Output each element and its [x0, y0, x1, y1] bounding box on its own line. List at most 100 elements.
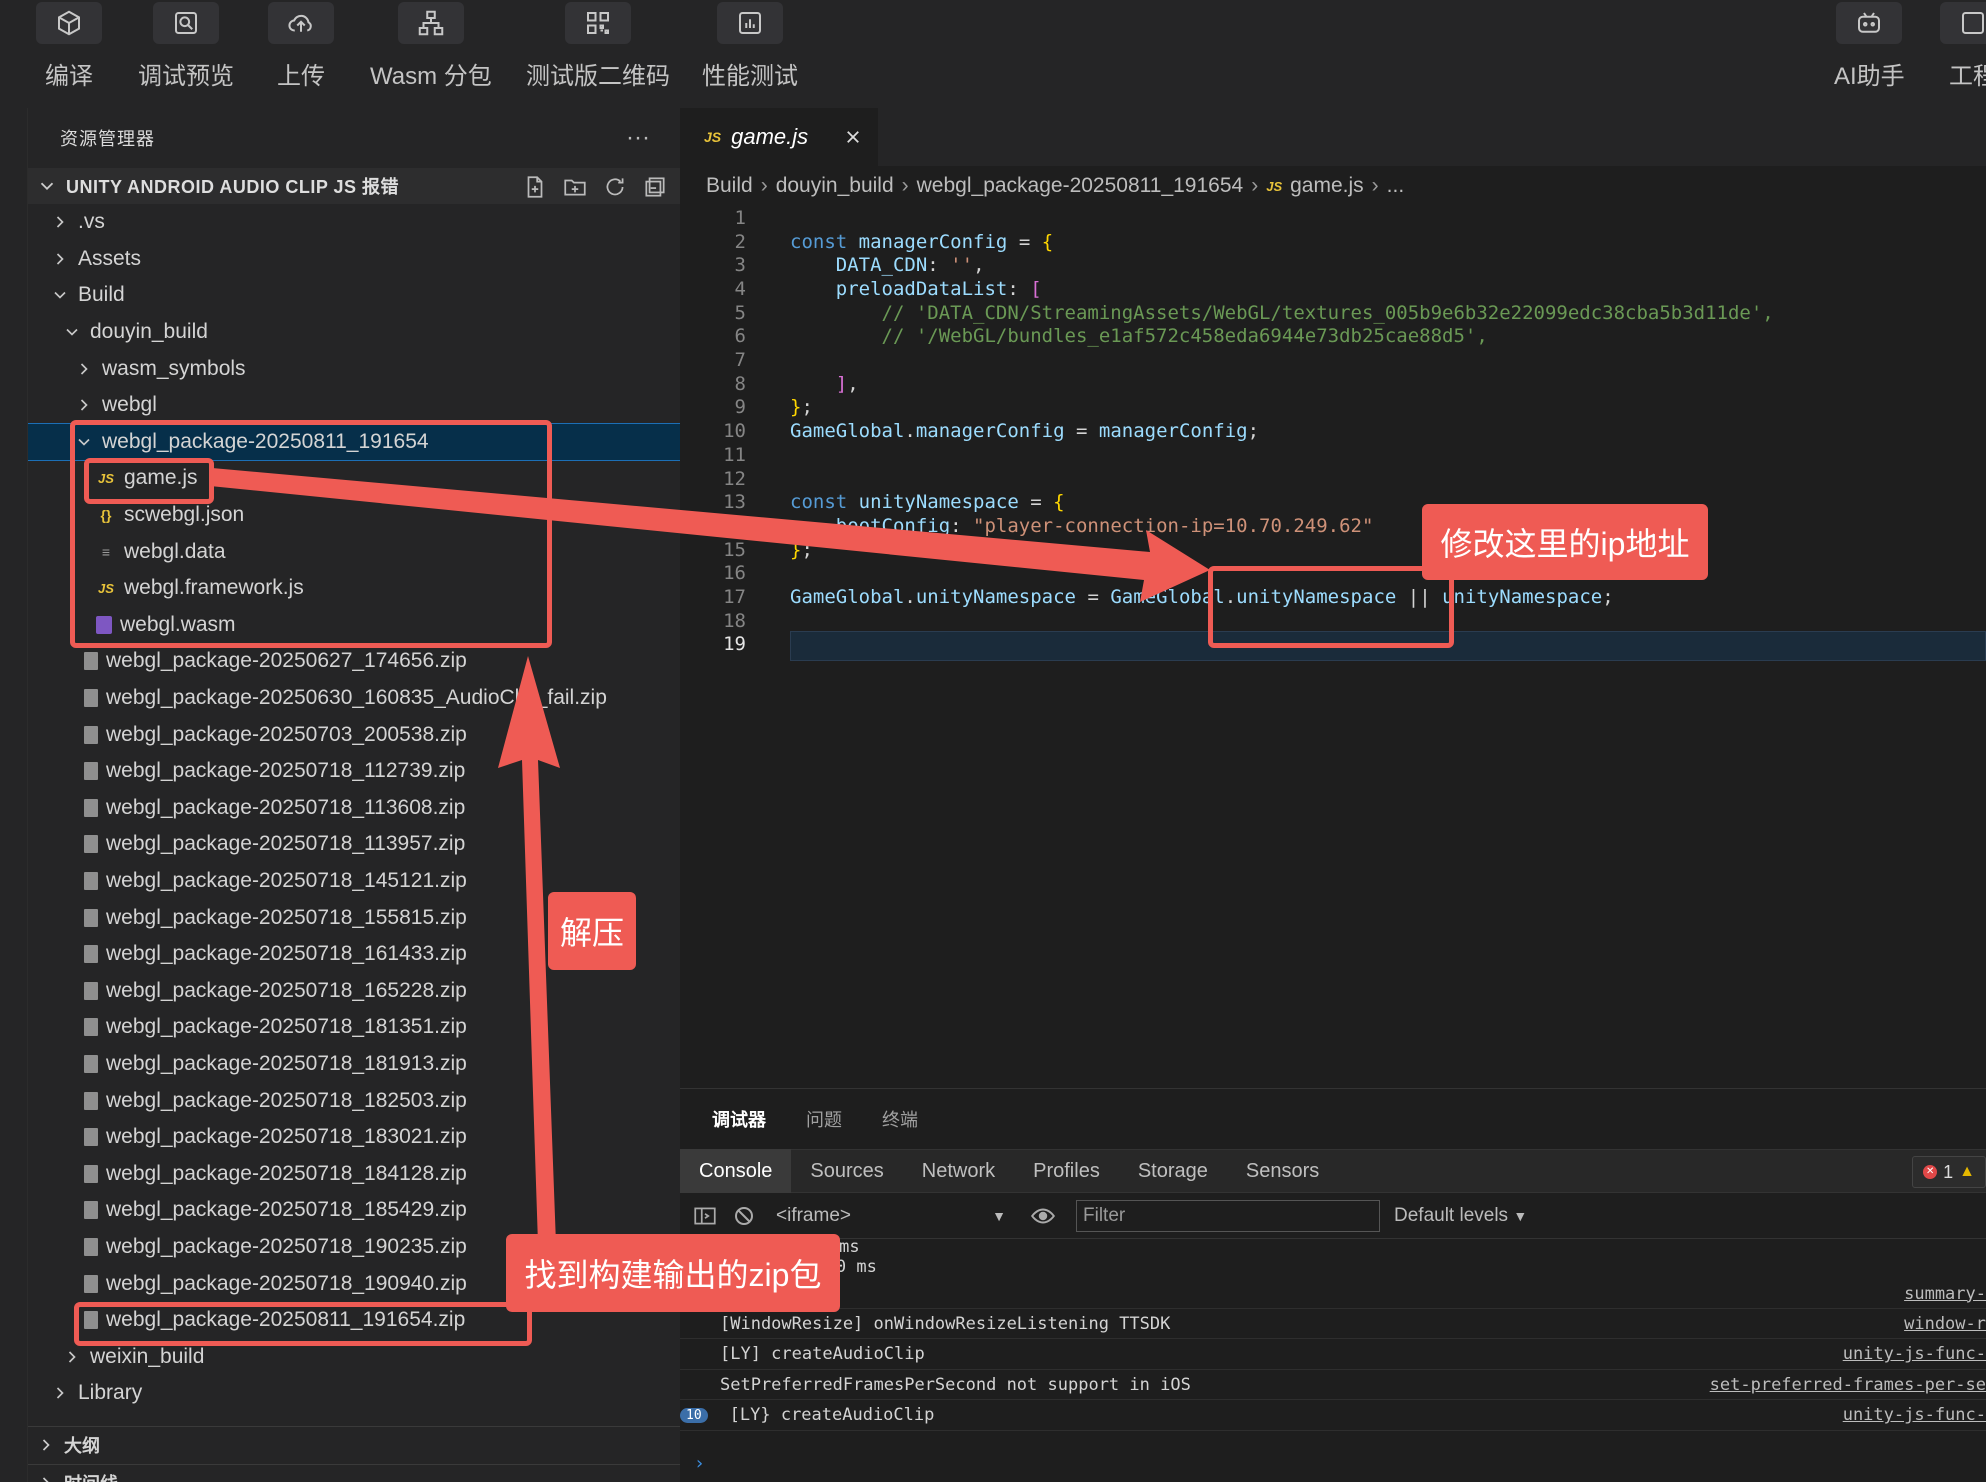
tree-file[interactable]: webgl_package-20250718_183021.zip [28, 1119, 680, 1156]
tab-storage[interactable]: Storage [1119, 1149, 1227, 1193]
tree-folder[interactable]: wasm_symbols [28, 350, 680, 387]
breadcrumb: Build › douyin_build › webgl_package-202… [680, 166, 1986, 206]
tree-folder[interactable]: Assets [28, 241, 680, 278]
collapse-all-icon[interactable] [642, 174, 668, 200]
tab-network[interactable]: Network [903, 1149, 1014, 1193]
code-line[interactable]: 14 bootConfig: "player-connection-ip=10.… [680, 514, 1986, 538]
tree-file[interactable]: webgl_package-20250718_185429.zip [28, 1192, 680, 1229]
tree-item-label: .vs [78, 210, 105, 234]
tree-file[interactable]: webgl_package-20250627_174656.zip [28, 643, 680, 680]
code-line[interactable]: 4 preloadDataList: [ [680, 277, 1986, 301]
error-count-badge[interactable]: ✕ 1 ▲ [1912, 1156, 1986, 1188]
project-icon [1940, 2, 1986, 44]
tree-file[interactable]: webgl_package-20250718_113957.zip [28, 826, 680, 863]
close-icon[interactable] [844, 128, 862, 146]
tab-terminal[interactable]: 终端 [882, 1106, 918, 1132]
tree-folder[interactable]: Library [28, 1375, 680, 1412]
tree-file[interactable]: webgl_package-20250718_113608.zip [28, 790, 680, 827]
highlight-game-js [84, 458, 214, 504]
code-line[interactable]: 8 ], [680, 372, 1986, 396]
eye-icon[interactable] [1030, 1203, 1056, 1229]
tree-file[interactable]: webgl_package-20250718_165228.zip [28, 973, 680, 1010]
tab-game-js[interactable]: JS game.js [680, 108, 878, 166]
new-folder-icon[interactable] [562, 174, 588, 200]
tree-file[interactable]: webgl_package-20250718_181913.zip [28, 1046, 680, 1083]
code-line[interactable]: 3 DATA_CDN: '', [680, 253, 1986, 277]
wasm-split-button[interactable]: Wasm 分包 [370, 0, 492, 108]
tab-profiles[interactable]: Profiles [1014, 1149, 1119, 1193]
chevron-right-icon [80, 399, 88, 411]
tree-folder[interactable]: douyin_build [28, 314, 680, 351]
tree-item-label: webgl_package-20250718_190940.zip [106, 1271, 467, 1295]
breadcrumb-item[interactable]: douyin_build [776, 174, 894, 198]
project-root[interactable]: UNITY ANDROID AUDIO CLIP JS 报错 [28, 168, 680, 204]
tree-folder[interactable]: Build [28, 277, 680, 314]
console-source-link[interactable]: unity-js-func- [1843, 1405, 1986, 1425]
code-line[interactable]: 5 // 'DATA_CDN/StreamingAssets/WebGL/tex… [680, 301, 1986, 325]
code-line[interactable]: 1 [680, 206, 1986, 230]
tree-folder[interactable]: .vs [28, 204, 680, 241]
console-line: SetPreferredFramesPerSecond not support … [680, 1370, 1986, 1401]
refresh-icon[interactable] [602, 174, 628, 200]
console-source-link[interactable]: summary- [1904, 1284, 1986, 1304]
zip-file-icon [84, 1201, 98, 1220]
more-actions-button[interactable]: ··· [626, 124, 650, 152]
tab-console[interactable]: Console [680, 1149, 792, 1193]
tree-item-label: webgl_package-20250627_174656.zip [106, 649, 467, 673]
code-line[interactable]: 13 const unityNamespace = { [680, 490, 1986, 514]
debug-preview-button[interactable]: 调试预览 [138, 0, 234, 108]
tab-problems[interactable]: 问题 [806, 1106, 842, 1132]
upload-button[interactable]: 上传 [268, 0, 334, 108]
sidebar-toggle-icon[interactable] [692, 1203, 718, 1229]
devtools-tabs: Console Sources Network Profiles Storage… [680, 1149, 1986, 1193]
chevron-right-icon [56, 216, 64, 228]
console-prompt-icon[interactable]: › [694, 1453, 705, 1474]
ai-assistant-button[interactable]: AI助手 [1834, 0, 1905, 108]
breadcrumb-item[interactable]: Build [706, 174, 753, 198]
tree-file[interactable]: webgl_package-20250718_112739.zip [28, 753, 680, 790]
tab-sources[interactable]: Sources [791, 1149, 902, 1193]
performance-test-button[interactable]: 性能测试 [702, 0, 798, 108]
breadcrumb-item[interactable]: ... [1387, 174, 1405, 198]
tree-folder[interactable]: webgl [28, 387, 680, 424]
code-line[interactable]: 7 [680, 348, 1986, 372]
test-qrcode-button[interactable]: 测试版二维码 [526, 0, 670, 108]
project-button[interactable]: 工程 [1940, 0, 1986, 108]
breadcrumb-item[interactable]: webgl_package-20250811_191654 [917, 174, 1244, 198]
tree-file[interactable]: webgl_package-20250703_200538.zip [28, 716, 680, 753]
new-file-icon[interactable] [522, 174, 548, 200]
frame-select[interactable]: <iframe> ▼ [776, 1205, 1006, 1227]
tab-sensors[interactable]: Sensors [1227, 1149, 1338, 1193]
code-line[interactable]: 11 [680, 443, 1986, 467]
line-number: 6 [734, 325, 746, 348]
code-text: bootConfig: "player-connection-ip=10.70.… [835, 514, 1374, 537]
tab-debugger[interactable]: 调试器 [712, 1106, 766, 1132]
clear-console-icon[interactable] [732, 1204, 756, 1228]
timeline-section[interactable]: 时间线 [28, 1464, 680, 1482]
compile-button[interactable]: 编译 [36, 0, 102, 108]
outline-section[interactable]: 大纲 [28, 1426, 680, 1462]
tree-file[interactable]: webgl_package-20250718_182503.zip [28, 1082, 680, 1119]
tree-file[interactable]: webgl_package-20250718_184128.zip [28, 1156, 680, 1193]
error-icon: ✕ [1923, 1165, 1938, 1179]
log-levels-select[interactable]: Default levels ▼ [1394, 1205, 1527, 1227]
code-line[interactable]: 12 [680, 467, 1986, 491]
console-source-link[interactable]: set-preferred-frames-per-se [1710, 1375, 1986, 1395]
console-source-link[interactable]: unity-js-func- [1843, 1344, 1986, 1364]
console-source-link[interactable]: window-r [1904, 1314, 1986, 1334]
line-number: 7 [734, 349, 746, 372]
line-number: 15 [723, 538, 746, 561]
code-line[interactable]: 2 const managerConfig = { [680, 230, 1986, 254]
code-line[interactable]: 15}; [680, 538, 1986, 562]
tree-file[interactable]: webgl_package-20250718_181351.zip [28, 1009, 680, 1046]
breadcrumb-item[interactable]: game.js [1290, 174, 1364, 198]
tree-item-label: webgl_package-20250718_182503.zip [106, 1088, 467, 1112]
code-line[interactable]: 9}; [680, 396, 1986, 420]
line-number: 8 [734, 372, 746, 395]
tree-file[interactable]: webgl_package-20250630_160835_AudioClip_… [28, 680, 680, 717]
filter-input[interactable] [1076, 1199, 1380, 1232]
code-line[interactable]: 10 GameGlobal.managerConfig = managerConf… [680, 419, 1986, 443]
code-line[interactable]: 6 // '/WebGL/bundles_e1af572c458eda6944e… [680, 325, 1986, 349]
line-number: 18 [723, 609, 746, 632]
code-editor[interactable]: 1 2 const managerConfig = {3 DATA_CDN: '',… [680, 206, 1986, 766]
